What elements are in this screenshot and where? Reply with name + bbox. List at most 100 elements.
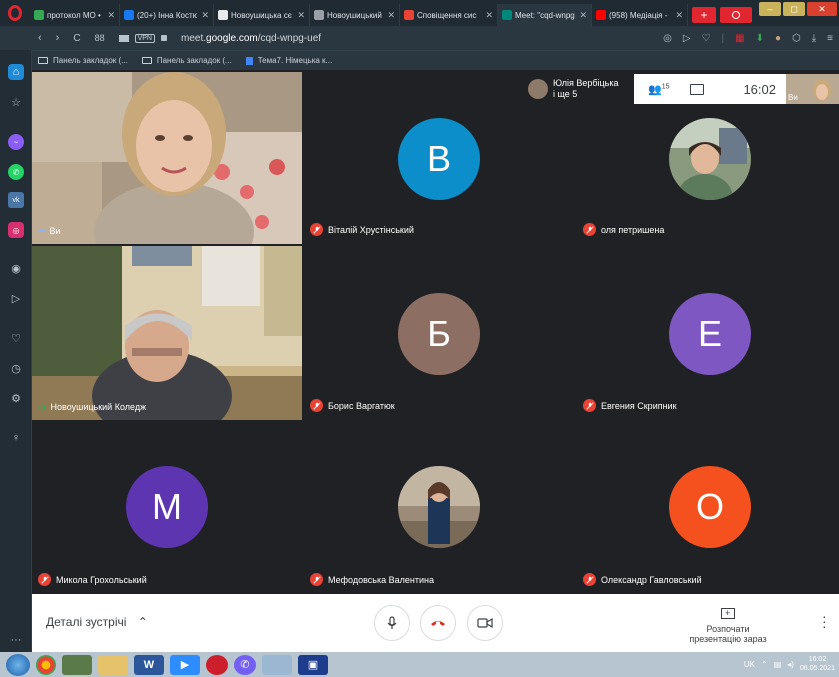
- word-icon[interactable]: W: [134, 654, 164, 675]
- participant-tile[interactable]: ı|ı Новоушицький Коледж: [32, 246, 302, 420]
- lightbulb-icon[interactable]: ♀: [8, 430, 24, 446]
- extension-icon[interactable]: ▦: [735, 33, 744, 44]
- search-icon: [732, 11, 740, 19]
- file-explorer-icon[interactable]: [98, 654, 128, 675]
- home-icon[interactable]: ⌂: [8, 64, 24, 80]
- save-disk-icon[interactable]: ▣: [298, 654, 328, 675]
- microphone-button[interactable]: [374, 605, 410, 641]
- self-preview[interactable]: Ви: [786, 74, 839, 104]
- url-field[interactable]: meet.google.com/cqd-wnpg-uef: [181, 33, 321, 44]
- send-icon[interactable]: ▷: [683, 33, 691, 44]
- browser-tab[interactable]: Сповіщення сис ✕: [400, 4, 498, 26]
- heart-icon[interactable]: ♡: [702, 33, 711, 44]
- viber-icon[interactable]: ✆: [234, 654, 256, 675]
- vpn-badge[interactable]: VPN: [134, 33, 155, 43]
- language-indicator[interactable]: UK: [744, 660, 755, 669]
- browser-tab[interactable]: (958) Медіація - ✕: [592, 4, 688, 26]
- opera-logo[interactable]: [0, 0, 30, 26]
- mic-off-icon: [310, 399, 323, 412]
- reload-button[interactable]: C: [73, 33, 80, 44]
- new-tab-button[interactable]: +: [692, 7, 716, 23]
- player-icon[interactable]: ◉: [8, 260, 24, 276]
- extensions-icon[interactable]: ☆: [8, 94, 24, 110]
- close-tab-icon[interactable]: ✕: [387, 10, 395, 21]
- download-icon[interactable]: ⤓: [812, 33, 816, 44]
- participant-name-row: Борис Варгатюк: [310, 399, 395, 412]
- participant-tile[interactable]: Мефодовська Валентина: [304, 422, 568, 594]
- menu-icon[interactable]: ≡: [827, 33, 833, 44]
- people-count: 15: [661, 82, 670, 90]
- system-clock[interactable]: 16:02 06.05.2021: [800, 655, 835, 673]
- more-options-icon[interactable]: · · ·: [822, 609, 827, 633]
- chevron-up-icon[interactable]: ⌃: [761, 660, 768, 669]
- forward-button[interactable]: ›: [56, 32, 60, 44]
- close-tab-icon[interactable]: ✕: [579, 10, 587, 21]
- minimize-button[interactable]: –: [759, 2, 781, 16]
- opera-icon[interactable]: [206, 654, 228, 675]
- history-icon[interactable]: ◷: [8, 360, 24, 376]
- messenger-icon[interactable]: ~: [8, 134, 24, 150]
- browser-tab[interactable]: Новоушицька сє ✕: [214, 4, 310, 26]
- chrome-icon[interactable]: [36, 654, 56, 675]
- tab-favicon-icon: [404, 10, 414, 20]
- zoom-icon[interactable]: ▶: [170, 654, 200, 675]
- browser-tab[interactable]: Meet: "cqd-wnpg ✕: [498, 4, 592, 26]
- meeting-details-button[interactable]: Деталі зустрічі ⌃: [46, 615, 148, 629]
- mic-off-icon: [583, 573, 596, 586]
- present-now-button[interactable]: + Розпочати презентацію зараз: [680, 608, 776, 644]
- close-tab-icon[interactable]: ✕: [107, 10, 115, 21]
- search-tabs-button[interactable]: [720, 7, 752, 23]
- bookmark-folder[interactable]: Панель закладок (...: [141, 56, 232, 65]
- browser-tab[interactable]: Новоушицький ✕: [310, 4, 400, 26]
- vk-icon[interactable]: vk: [8, 192, 24, 208]
- browser-tab[interactable]: протокол МО • ІІ ✕: [30, 4, 120, 26]
- close-window-button[interactable]: ✕: [807, 2, 837, 16]
- more-icon[interactable]: ···: [8, 632, 24, 648]
- flow-icon[interactable]: ▷: [8, 290, 24, 306]
- mic-off-icon: [583, 223, 596, 236]
- app-icon[interactable]: [62, 654, 92, 675]
- download-arrow-icon[interactable]: ⬇: [756, 33, 764, 44]
- close-tab-icon[interactable]: ✕: [201, 10, 209, 21]
- bookmark-label: Тема7. Німецька к...: [257, 56, 333, 65]
- close-tab-icon[interactable]: ✕: [485, 10, 493, 21]
- folder-icon: [38, 57, 48, 64]
- back-button[interactable]: ‹: [38, 32, 42, 44]
- close-tab-icon[interactable]: ✕: [297, 10, 305, 21]
- end-call-button[interactable]: [420, 605, 456, 641]
- browser-tab[interactable]: (20+) Інна Костю ✕: [120, 4, 214, 26]
- host-indicator[interactable]: Юлія Вербіцька і ще 5: [524, 74, 634, 104]
- cube-icon[interactable]: ⬡: [792, 33, 801, 44]
- camera-button[interactable]: [467, 605, 503, 641]
- settings-icon[interactable]: ⚙: [8, 390, 24, 406]
- people-icon: 👥: [648, 83, 662, 96]
- bookmark-item[interactable]: Тема7. Німецька к...: [245, 56, 333, 65]
- whatsapp-icon[interactable]: ✆: [8, 164, 24, 180]
- camera-icon: [118, 34, 129, 42]
- participant-tile[interactable]: Б Борис Варгатюк: [304, 246, 568, 420]
- participant-tile[interactable]: Е Евгения Скрипник: [577, 246, 839, 420]
- maximize-button[interactable]: ◻: [783, 2, 805, 16]
- close-tab-icon[interactable]: ✕: [675, 10, 683, 21]
- volume-icon[interactable]: ◂): [787, 660, 794, 669]
- avatar: Е: [669, 293, 751, 375]
- bookmarks-bar: Панель закладок (... Панель закладок (..…: [0, 50, 839, 70]
- heart-icon[interactable]: ♡: [8, 330, 24, 346]
- snapshot-icon[interactable]: ◎: [663, 33, 672, 44]
- instagram-icon[interactable]: ◎: [8, 222, 24, 238]
- participant-tile[interactable]: М Микола Грохольський: [32, 422, 302, 594]
- participant-tile-self[interactable]: ••• Ви: [32, 72, 302, 244]
- chat-icon[interactable]: [689, 83, 704, 95]
- document-icon[interactable]: [262, 654, 292, 675]
- speed-dial-button[interactable]: 88: [95, 33, 105, 43]
- network-icon[interactable]: ▤: [774, 660, 782, 669]
- bookmark-folder[interactable]: Панель закладок (...: [38, 56, 128, 65]
- mic-off-icon: [310, 223, 323, 236]
- extension-icon[interactable]: ●: [775, 33, 781, 44]
- url-prefix: meet.: [181, 32, 207, 44]
- clock-time: 16:02: [808, 656, 827, 663]
- start-button[interactable]: [6, 653, 30, 676]
- people-button[interactable]: 👥15: [648, 83, 670, 96]
- participant-photo: [398, 466, 480, 548]
- participant-tile[interactable]: О Олександр Гавловський: [577, 422, 839, 594]
